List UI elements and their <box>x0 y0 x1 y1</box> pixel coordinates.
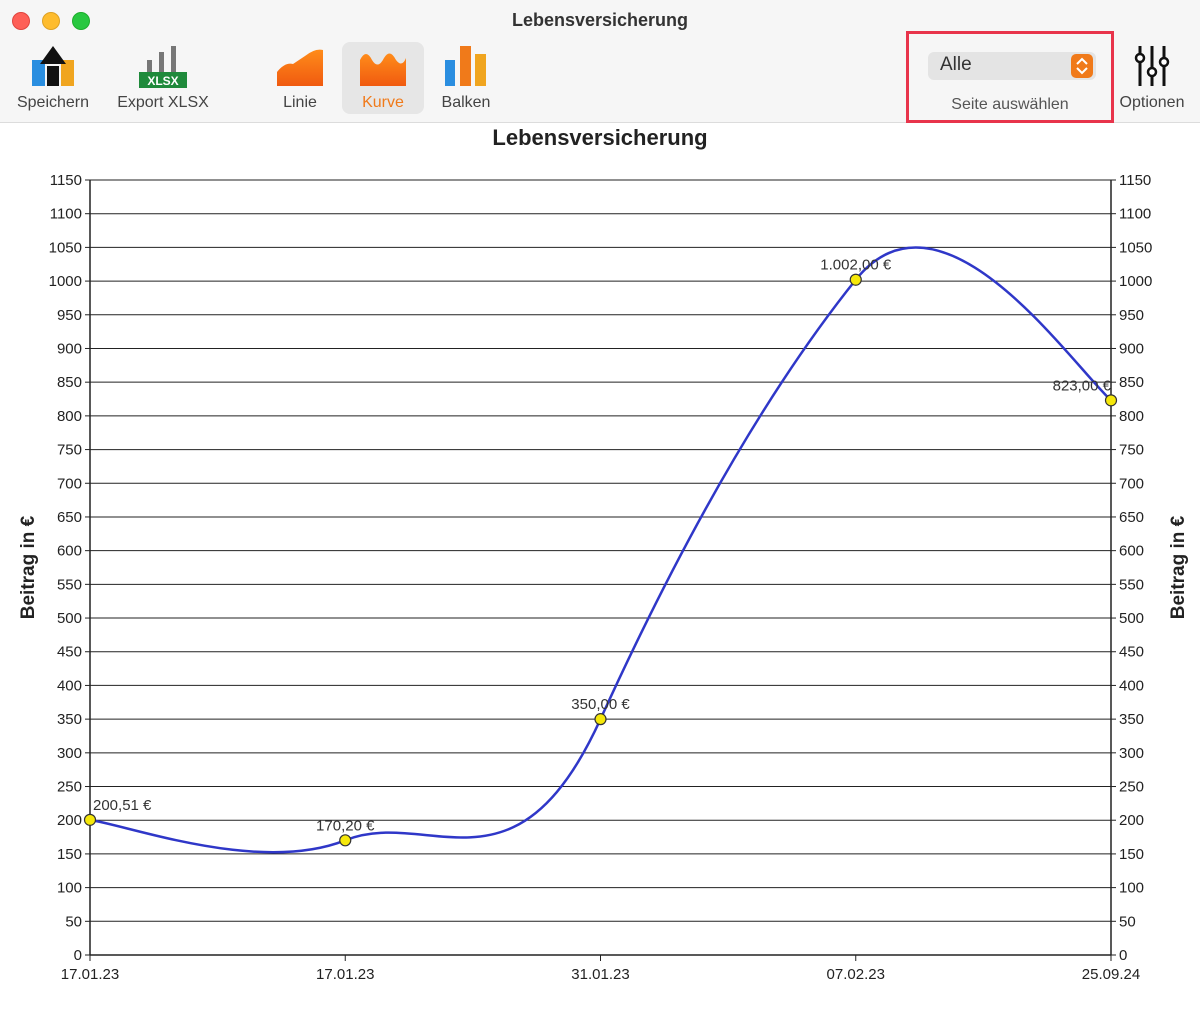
x-tick-label: 17.01.23 <box>61 966 119 983</box>
y-tick-label-right: 900 <box>1119 340 1144 357</box>
y-tick-label-right: 550 <box>1119 576 1144 593</box>
y-tick-label-right: 450 <box>1119 644 1144 661</box>
y-tick-label-left: 350 <box>57 711 82 728</box>
data-label: 823,00 € <box>1053 377 1112 394</box>
y-tick-label-right: 1050 <box>1119 239 1152 256</box>
y-tick-label-right: 950 <box>1119 307 1144 324</box>
x-tick-label: 17.01.23 <box>316 966 374 983</box>
y-tick-label-left: 150 <box>57 846 82 863</box>
data-label: 1.002,00 € <box>820 257 892 274</box>
chart-plot: 0 0 50 50 100 100 150 150 200 200 250 250 300 300 350 3… <box>18 172 1189 983</box>
x-tick-label: 25.09.24 <box>1082 966 1140 983</box>
y-tick-label-left: 500 <box>57 610 82 627</box>
y-tick-label-right: 700 <box>1119 475 1144 492</box>
app-window: Lebensversicherung Speichern XLSX Export… <box>0 0 1200 1015</box>
data-point <box>849 273 862 286</box>
y-tick-label-right: 150 <box>1119 846 1144 863</box>
y-tick-label-left: 400 <box>57 677 82 694</box>
y-tick-label-left: 900 <box>57 340 82 357</box>
y-tick-label-left: 250 <box>57 779 82 796</box>
y-axis-title-left: Beitrag in € <box>18 515 39 619</box>
y-tick-label-left: 800 <box>57 408 82 425</box>
y-tick-label-right: 1150 <box>1119 172 1151 189</box>
y-tick-label-left: 450 <box>57 644 82 661</box>
y-tick-label-right: 1100 <box>1119 206 1151 223</box>
y-tick-label-left: 550 <box>57 576 82 593</box>
y-tick-label-right: 0 <box>1119 947 1127 964</box>
y-tick-label-right: 250 <box>1119 779 1144 796</box>
data-point <box>339 834 352 847</box>
x-tick-label: 31.01.23 <box>571 966 629 983</box>
y-tick-label-left: 50 <box>65 913 82 930</box>
y-tick-label-right: 200 <box>1119 812 1144 829</box>
y-tick-label-left: 850 <box>57 374 82 391</box>
series-curve <box>89 246 1112 854</box>
y-tick-label-left: 100 <box>57 880 82 897</box>
y-tick-label-right: 300 <box>1119 745 1144 762</box>
y-axis-title-right: Beitrag in € <box>1168 515 1189 619</box>
y-tick-label-left: 1150 <box>50 172 82 189</box>
x-tick-label: 07.02.23 <box>827 966 885 983</box>
y-tick-label-right: 600 <box>1119 543 1144 560</box>
y-tick-label-right: 1000 <box>1119 273 1152 290</box>
y-tick-label-right: 650 <box>1119 509 1144 526</box>
y-tick-label-right: 50 <box>1119 913 1136 930</box>
y-tick-label-left: 300 <box>57 745 82 762</box>
y-tick-label-left: 1050 <box>49 239 82 256</box>
y-tick-label-left: 950 <box>57 307 82 324</box>
y-tick-label-right: 350 <box>1119 711 1144 728</box>
data-point <box>594 713 607 726</box>
y-tick-label-left: 0 <box>74 947 82 964</box>
y-tick-label-left: 1000 <box>49 273 82 290</box>
y-tick-label-right: 500 <box>1119 610 1144 627</box>
y-tick-label-right: 800 <box>1119 408 1144 425</box>
y-tick-label-left: 650 <box>57 509 82 526</box>
data-label: 200,51 € <box>93 797 152 814</box>
y-tick-label-left: 1100 <box>50 206 82 223</box>
y-tick-label-left: 600 <box>57 543 82 560</box>
y-tick-label-right: 400 <box>1119 677 1144 694</box>
y-tick-label-right: 750 <box>1119 442 1144 459</box>
y-tick-label-left: 200 <box>57 812 82 829</box>
y-tick-label-right: 850 <box>1119 374 1144 391</box>
y-tick-label-left: 700 <box>57 475 82 492</box>
data-label: 170,20 € <box>316 817 375 834</box>
data-label: 350,00 € <box>571 696 630 713</box>
y-tick-label-right: 100 <box>1119 880 1144 897</box>
y-tick-label-left: 750 <box>57 442 82 459</box>
data-point <box>1104 394 1118 407</box>
data-point <box>83 813 97 826</box>
